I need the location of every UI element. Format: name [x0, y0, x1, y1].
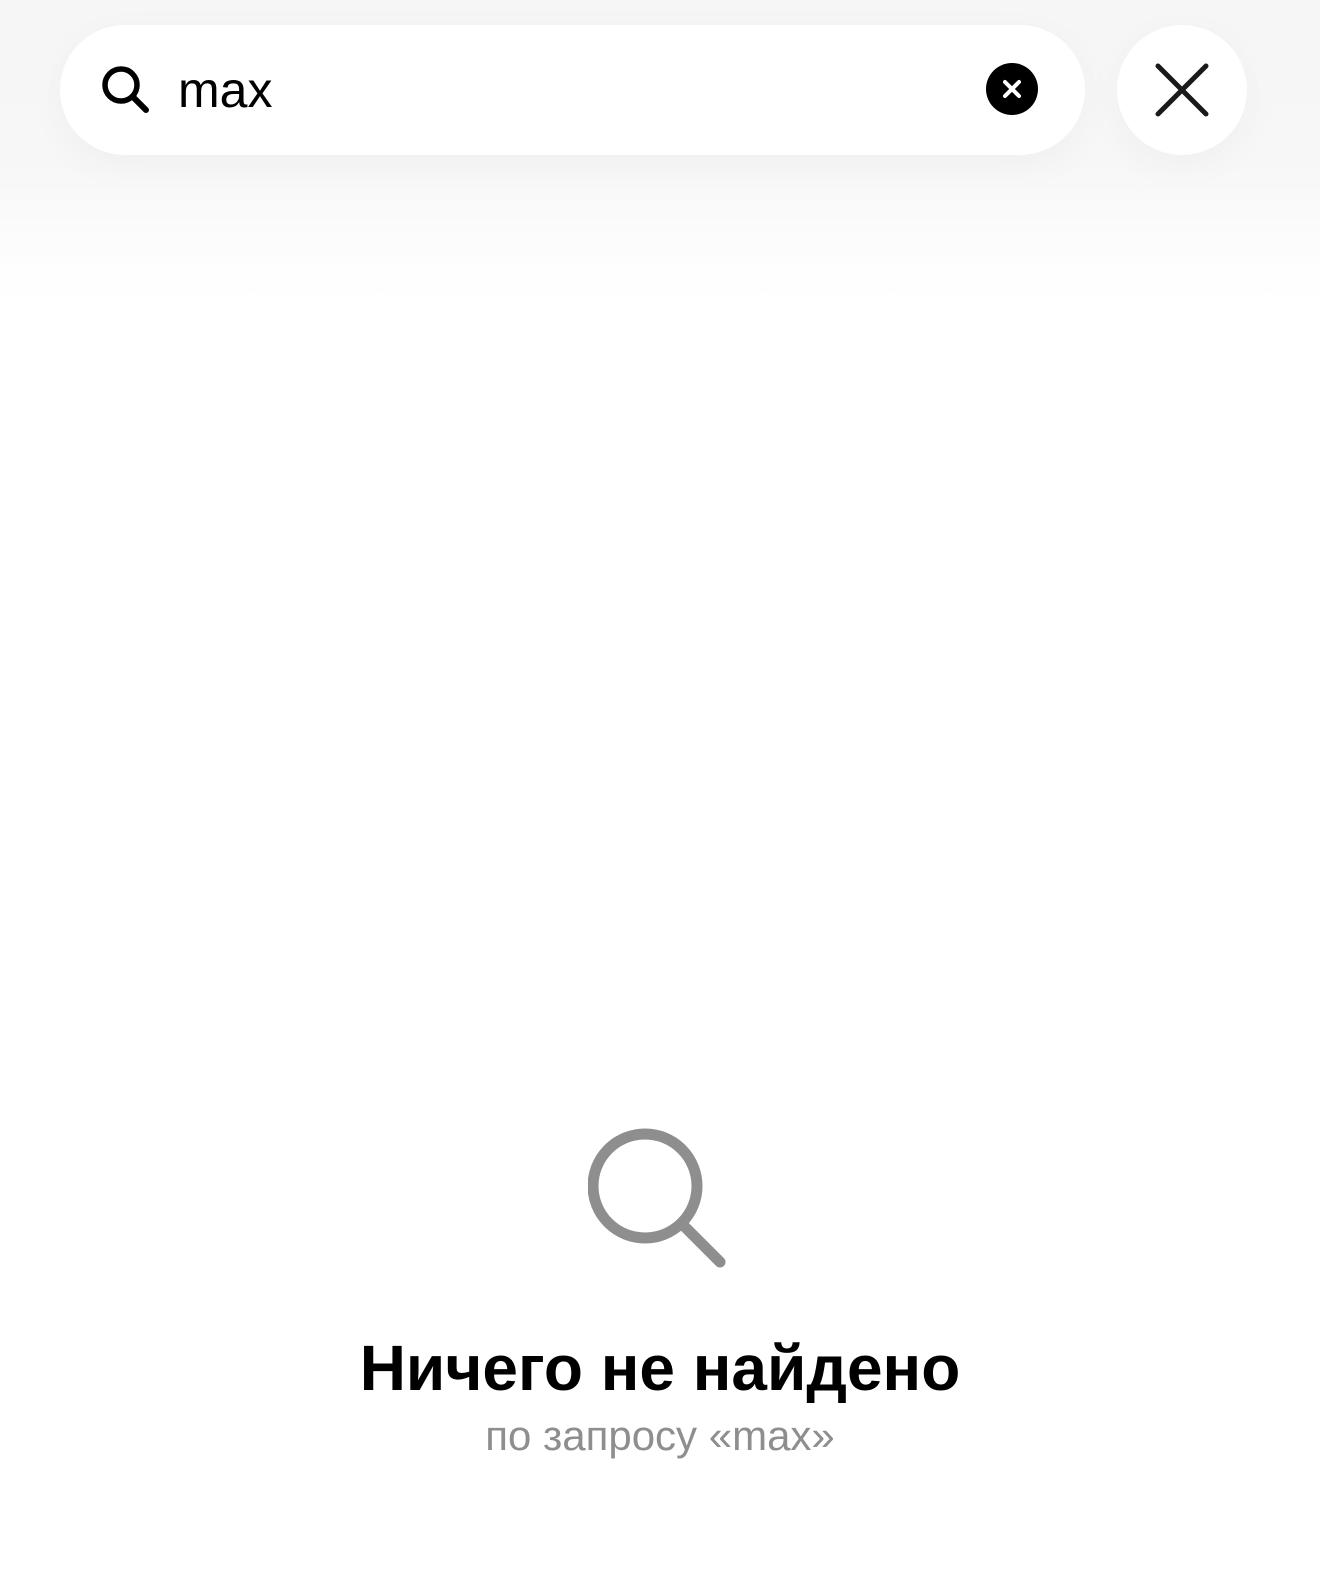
clear-search-button[interactable]	[986, 63, 1038, 115]
close-search-button[interactable]	[1117, 25, 1247, 155]
search-icon	[102, 66, 149, 113]
empty-state-title: Ничего не найдено	[359, 1332, 961, 1404]
empty-state: Ничего не найдено по запросу «max»	[0, 1128, 1320, 1464]
search-icon	[588, 1128, 726, 1268]
empty-state-subtitle: по запросу «max»	[485, 1412, 835, 1459]
search-header	[0, 0, 1320, 300]
clear-circle-x-icon	[1003, 80, 1021, 98]
close-x-icon	[1155, 63, 1209, 117]
search-input[interactable]	[178, 48, 938, 132]
